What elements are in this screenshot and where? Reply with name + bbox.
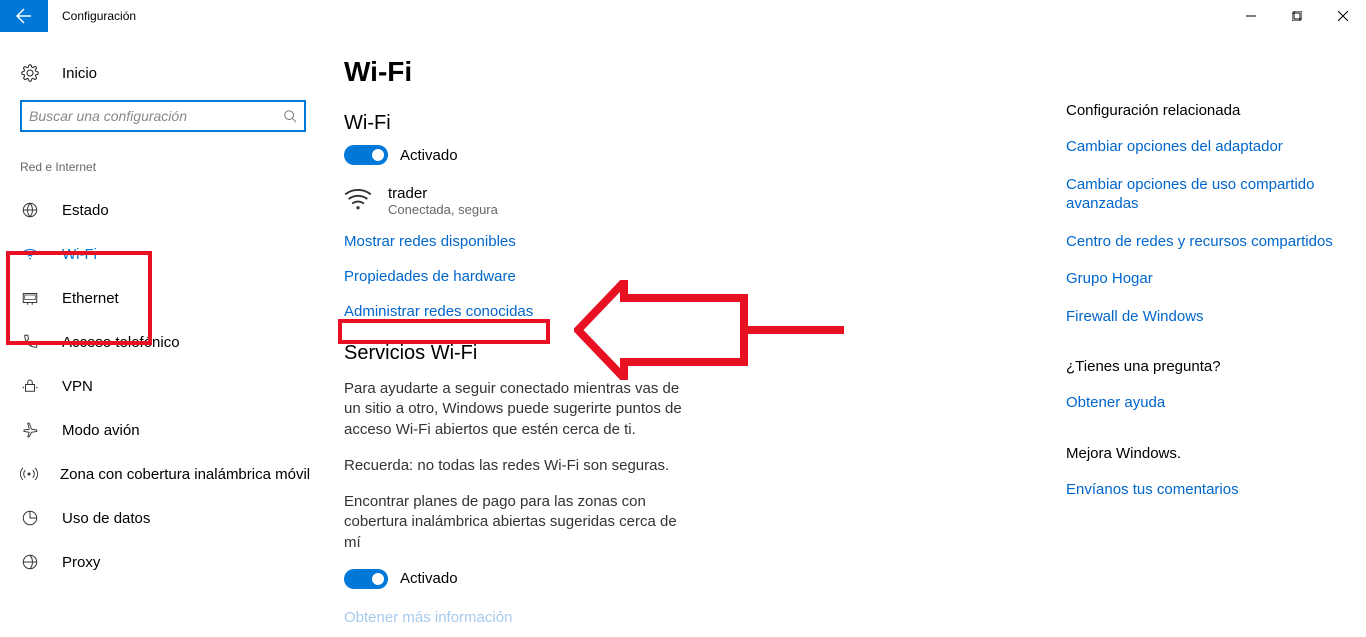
sidebar-item-datausage[interactable]: Uso de datos	[20, 496, 300, 540]
wifi-icon	[20, 245, 40, 263]
proxy-icon	[20, 553, 40, 571]
wifi-services-heading: Servicios Wi-Fi	[344, 342, 690, 365]
related-link[interactable]: Centro de redes y recursos compartidos	[1066, 232, 1336, 252]
show-networks-link[interactable]: Mostrar redes disponibles	[344, 233, 690, 250]
status-icon	[20, 201, 40, 219]
home-label: Inicio	[62, 65, 97, 82]
sidebar-item-label: Acceso telefónico	[62, 334, 180, 351]
feedback-link[interactable]: Envíanos tus comentarios	[1066, 480, 1336, 500]
gear-icon	[20, 64, 40, 82]
network-status: Conectada, segura	[388, 202, 498, 217]
sidebar-item-wifi[interactable]: Wi-Fi	[20, 232, 300, 276]
sidebar-item-label: Uso de datos	[62, 510, 150, 527]
maximize-button[interactable]	[1274, 0, 1320, 32]
question-heading: ¿Tienes una pregunta?	[1066, 358, 1336, 375]
sidebar-item-label: Wi-Fi	[62, 246, 97, 263]
titlebar: Configuración	[0, 0, 1366, 32]
related-link[interactable]: Cambiar opciones de uso compartido avanz…	[1066, 175, 1336, 214]
sidebar-item-estado[interactable]: Estado	[20, 188, 300, 232]
sidebar-item-label: Proxy	[62, 554, 100, 571]
page-title: Wi-Fi	[344, 56, 690, 88]
phone-icon	[20, 333, 40, 351]
services-body-3: Encontrar planes de pago para las zonas …	[344, 492, 690, 553]
hotspot-icon	[20, 465, 38, 483]
vpn-icon	[20, 377, 40, 395]
ethernet-icon	[20, 289, 40, 307]
help-link[interactable]: Obtener ayuda	[1066, 393, 1336, 413]
back-button[interactable]	[0, 0, 48, 32]
close-button[interactable]	[1320, 0, 1366, 32]
services-body-2: Recuerda: no todas las redes Wi-Fi son s…	[344, 456, 690, 476]
sidebar-item-airplane[interactable]: Modo avión	[20, 408, 300, 452]
sidebar-item-label: Estado	[62, 202, 109, 219]
wifi-signal-icon	[344, 187, 372, 211]
improve-heading: Mejora Windows.	[1066, 445, 1336, 462]
sidebar-item-ethernet[interactable]: Ethernet	[20, 276, 300, 320]
related-heading: Configuración relacionada	[1066, 102, 1336, 119]
sidebar: Inicio Red e Internet Estado Wi-Fi Ether…	[0, 32, 320, 637]
search-box[interactable]	[20, 100, 306, 132]
sidebar-item-vpn[interactable]: VPN	[20, 364, 300, 408]
window-title: Configuración	[62, 9, 136, 23]
main-content: Wi-Fi Wi-Fi Activado trader Conectada, s…	[320, 32, 720, 637]
sidebar-item-label: VPN	[62, 378, 93, 395]
related-link[interactable]: Grupo Hogar	[1066, 269, 1336, 289]
arrow-left-icon	[16, 8, 32, 24]
related-link[interactable]: Firewall de Windows	[1066, 307, 1336, 327]
sidebar-item-proxy[interactable]: Proxy	[20, 540, 300, 584]
section-label: Red e Internet	[20, 160, 300, 174]
minimize-button[interactable]	[1228, 0, 1274, 32]
sidebar-item-label: Ethernet	[62, 290, 119, 307]
manage-known-networks-link[interactable]: Administrar redes conocidas	[344, 303, 690, 320]
right-panel: Configuración relacionada Cambiar opcion…	[1066, 32, 1366, 637]
related-link[interactable]: Cambiar opciones del adaptador	[1066, 137, 1336, 157]
wifi-toggle[interactable]	[344, 145, 388, 165]
sidebar-item-label: Zona con cobertura inalámbrica móvil	[60, 466, 310, 483]
network-name: trader	[388, 185, 498, 202]
airplane-icon	[20, 421, 40, 439]
wifi-toggle-label: Activado	[400, 147, 458, 164]
search-icon	[283, 109, 297, 123]
home-button[interactable]: Inicio	[20, 64, 300, 82]
wifi-subheading: Wi-Fi	[344, 112, 690, 135]
services-body-1: Para ayudarte a seguir conectado mientra…	[344, 379, 690, 440]
data-usage-icon	[20, 509, 40, 527]
more-info-link[interactable]: Obtener más información	[344, 609, 690, 626]
sidebar-item-label: Modo avión	[62, 422, 140, 439]
sidebar-item-dialup[interactable]: Acceso telefónico	[20, 320, 300, 364]
current-network[interactable]: trader Conectada, segura	[344, 185, 690, 217]
hardware-properties-link[interactable]: Propiedades de hardware	[344, 268, 690, 285]
search-input[interactable]	[29, 108, 283, 124]
hotspot-toggle-label: Activado	[400, 570, 458, 587]
hotspot-suggest-toggle[interactable]	[344, 569, 388, 589]
sidebar-item-hotspot[interactable]: Zona con cobertura inalámbrica móvil	[20, 452, 300, 496]
